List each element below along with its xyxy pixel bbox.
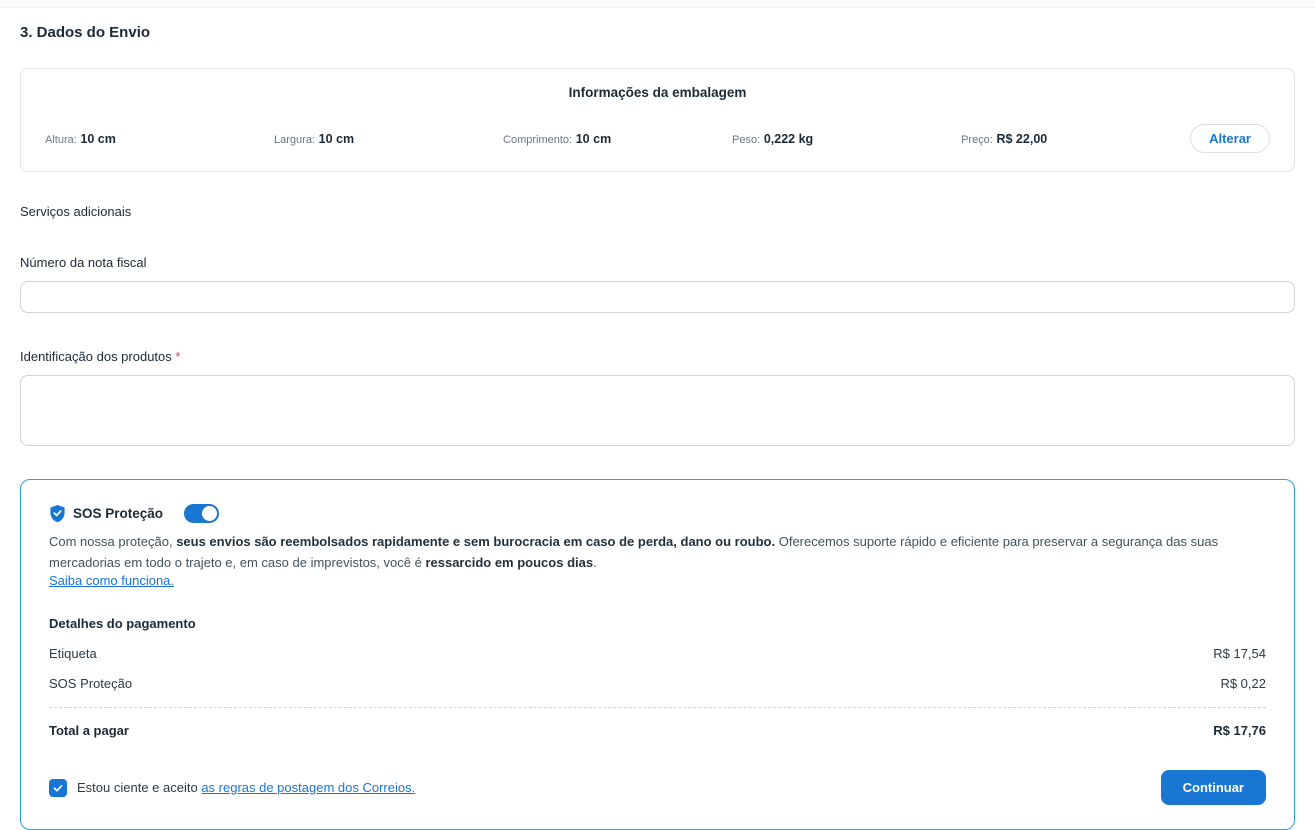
field-label: Peso: bbox=[732, 134, 760, 146]
sos-protection-header: SOS Proteção bbox=[49, 504, 1266, 523]
sos-protection-title: SOS Proteção bbox=[73, 506, 163, 521]
payment-details-title: Detalhes do pagamento bbox=[49, 616, 1266, 631]
shield-check-icon bbox=[49, 504, 66, 523]
product-identification-label-text: Identificação dos produtos bbox=[20, 349, 172, 364]
shipping-data-section: 3. Dados do Envio Informações da embalag… bbox=[0, 8, 1315, 830]
field-value: 10 cm bbox=[576, 132, 611, 146]
continue-button[interactable]: Continuar bbox=[1161, 770, 1266, 805]
field-label: Comprimento: bbox=[503, 134, 572, 146]
invoice-number-label-text: Número da nota fiscal bbox=[20, 255, 146, 270]
desc-bold: ressarcido em poucos dias bbox=[425, 555, 593, 570]
field-label: Altura: bbox=[45, 134, 77, 146]
sos-protection-description: Com nossa proteção, seus envios são reem… bbox=[49, 532, 1266, 573]
package-card-title: Informações da embalagem bbox=[45, 85, 1270, 100]
field-value: 10 cm bbox=[80, 132, 115, 146]
package-field-height: Altura: 10 cm bbox=[45, 131, 274, 146]
payment-row-label: Etiqueta bbox=[49, 646, 97, 661]
payment-row-value: R$ 17,54 bbox=[1213, 646, 1266, 661]
desc-text: Com nossa proteção, bbox=[49, 534, 176, 549]
field-value: 10 cm bbox=[319, 132, 354, 146]
desc-text: . bbox=[593, 555, 597, 570]
payment-total-row: Total a pagar R$ 17,76 bbox=[49, 723, 1266, 738]
package-info-card: Informações da embalagem Altura: 10 cm L… bbox=[20, 68, 1295, 172]
field-label: Preço: bbox=[961, 134, 993, 146]
package-field-weight: Peso: 0,222 kg bbox=[732, 131, 961, 146]
postal-rules-link[interactable]: as regras de postagem dos Correios. bbox=[201, 780, 415, 795]
sos-card-footer: Estou ciente e aceito as regras de posta… bbox=[49, 770, 1266, 805]
required-marker: * bbox=[175, 349, 180, 364]
payment-row-value: R$ 0,22 bbox=[1220, 676, 1266, 691]
terms-prefix: Estou ciente e aceito bbox=[77, 780, 201, 795]
field-label: Largura: bbox=[274, 134, 315, 146]
change-package-button[interactable]: Alterar bbox=[1190, 124, 1270, 153]
sos-protection-card: SOS Proteção Com nossa proteção, seus en… bbox=[20, 479, 1295, 830]
terms-text: Estou ciente e aceito as regras de posta… bbox=[77, 780, 415, 795]
terms-acceptance[interactable]: Estou ciente e aceito as regras de posta… bbox=[49, 779, 415, 797]
payment-row-sos-fee: SOS Proteção R$ 0,22 bbox=[49, 676, 1266, 691]
invoice-number-input[interactable] bbox=[20, 281, 1295, 313]
field-value: 0,222 kg bbox=[764, 132, 813, 146]
payment-row-label: SOS Proteção bbox=[49, 676, 132, 691]
sos-protection-toggle[interactable] bbox=[184, 504, 219, 523]
package-fields-row: Altura: 10 cm Largura: 10 cm Comprimento… bbox=[45, 124, 1270, 153]
page-top-strip bbox=[0, 0, 1315, 8]
package-field-width: Largura: 10 cm bbox=[274, 131, 503, 146]
terms-checkbox[interactable] bbox=[49, 779, 67, 797]
additional-services-label: Serviços adicionais bbox=[20, 204, 1295, 219]
field-value: R$ 22,00 bbox=[996, 132, 1047, 146]
learn-how-link[interactable]: Saiba como funciona. bbox=[49, 573, 174, 588]
product-identification-label: Identificação dos produtos * bbox=[20, 349, 1295, 364]
toggle-knob bbox=[202, 506, 217, 521]
page-title: 3. Dados do Envio bbox=[20, 24, 1295, 41]
total-label: Total a pagar bbox=[49, 723, 129, 738]
package-field-length: Comprimento: 10 cm bbox=[503, 131, 732, 146]
desc-bold: seus envios são reembolsados rapidamente… bbox=[176, 534, 775, 549]
payment-row-label-fee: Etiqueta R$ 17,54 bbox=[49, 646, 1266, 661]
product-identification-textarea[interactable] bbox=[20, 375, 1295, 446]
package-field-price: Preço: R$ 22,00 bbox=[961, 131, 1190, 146]
total-value: R$ 17,76 bbox=[1213, 723, 1266, 738]
invoice-number-label: Número da nota fiscal bbox=[20, 255, 1295, 270]
payment-divider bbox=[49, 707, 1266, 708]
